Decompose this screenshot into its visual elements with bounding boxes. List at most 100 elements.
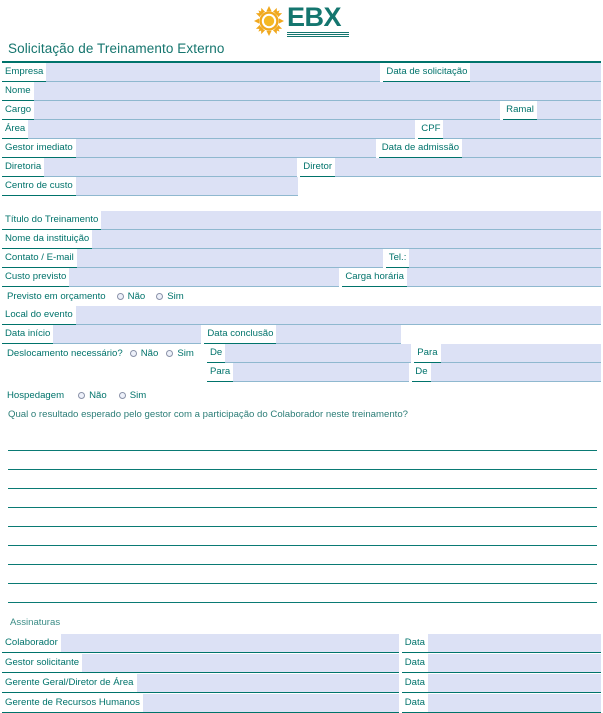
row-trecho-volta: Para De <box>207 362 601 382</box>
signature-row: Colaborador Data <box>2 633 601 653</box>
hospedagem-option-nao[interactable]: Não <box>78 390 107 401</box>
radio-icon[interactable] <box>116 292 124 300</box>
nome-input[interactable] <box>33 81 601 101</box>
signature-date-label: Data <box>401 654 428 673</box>
previsto-orcamento-option-nao[interactable]: Não <box>116 290 146 302</box>
result-answer-lines <box>0 432 603 603</box>
ida-de-input[interactable] <box>225 343 412 363</box>
signature-date-input[interactable] <box>428 693 601 713</box>
data-inicio-input[interactable] <box>53 324 202 344</box>
ida-para-input[interactable] <box>440 343 601 363</box>
diretoria-input[interactable] <box>44 157 298 177</box>
radio-icon[interactable] <box>166 349 174 357</box>
row-diretoria: Diretoria Diretor <box>2 157 601 177</box>
radio-icon[interactable] <box>156 292 164 300</box>
signatures-title: Assinaturas <box>10 616 61 628</box>
answer-line[interactable] <box>8 565 597 584</box>
travel-section: Deslocamento necessário? Não Sim De Para <box>2 343 601 382</box>
ramal-input[interactable] <box>536 100 601 120</box>
signature-input[interactable] <box>142 693 399 713</box>
centro-de-custo-input[interactable] <box>75 176 298 196</box>
row-area: Área CPF <box>2 119 601 139</box>
logo-underline-rules <box>287 32 349 38</box>
signature-date-input[interactable] <box>428 673 601 693</box>
signature-date-input[interactable] <box>428 653 601 673</box>
volta-de-input[interactable] <box>430 362 601 382</box>
data-solicitacao-input[interactable] <box>470 62 601 82</box>
diretoria-label: Diretoria <box>2 157 45 177</box>
data-solicitacao-label: Data de solicitação <box>383 62 471 82</box>
row-hospedagem: Hospedagem Não Sim <box>2 386 601 405</box>
radio-icon[interactable] <box>78 391 86 399</box>
answer-line[interactable] <box>8 451 597 470</box>
contato-email-input[interactable] <box>76 248 383 268</box>
custo-previsto-input[interactable] <box>69 267 340 287</box>
answer-line[interactable] <box>8 470 597 489</box>
answer-line[interactable] <box>8 584 597 603</box>
row-nome: Nome <box>2 81 601 101</box>
volta-para-input[interactable] <box>233 362 410 382</box>
data-conclusao-input[interactable] <box>276 324 402 344</box>
row-titulo-treinamento: Título do Treinamento <box>2 210 601 230</box>
nome-instituicao-input[interactable] <box>92 229 601 249</box>
radio-icon[interactable] <box>129 349 137 357</box>
hospedagem-option-sim[interactable]: Sim <box>118 389 147 401</box>
answer-line[interactable] <box>8 432 597 451</box>
row-spacer <box>297 176 601 196</box>
deslocamento-left-filler <box>2 363 207 382</box>
previsto-orcamento-option-sim[interactable]: Sim <box>156 291 184 302</box>
answer-line[interactable] <box>8 489 597 508</box>
ida-para-label: Para <box>414 343 441 363</box>
signature-role-label: Colaborador <box>2 634 61 653</box>
cargo-label: Cargo <box>2 100 35 120</box>
data-inicio-label: Data início <box>2 324 54 344</box>
cpf-input[interactable] <box>443 119 601 139</box>
area-input[interactable] <box>28 119 416 139</box>
gestor-imediato-input[interactable] <box>75 138 376 158</box>
deslocamento-option-nao-label: Não <box>140 347 159 359</box>
telefone-label: Tel.: <box>385 248 410 268</box>
signature-row: Gestor solicitante Data <box>2 653 601 673</box>
hospedagem-label: Hospedagem <box>7 389 65 401</box>
signature-role-label: Gerente Geral/Diretor de Área <box>2 674 137 693</box>
gestor-imediato-label: Gestor imediato <box>2 138 76 158</box>
signature-date-label: Data <box>401 694 428 713</box>
signatures-section: Assinaturas Colaborador Data Gestor solici… <box>0 617 603 713</box>
volta-de-label: De <box>412 362 431 382</box>
titulo-treinamento-input[interactable] <box>101 210 601 230</box>
data-admissao-label: Data de admissão <box>378 138 463 158</box>
signature-input[interactable] <box>82 653 399 673</box>
telefone-input[interactable] <box>409 248 601 268</box>
previsto-orcamento-label: Previsto em orçamento <box>7 290 106 302</box>
custo-previsto-label: Custo previsto <box>2 267 70 287</box>
nome-label: Nome <box>2 81 34 101</box>
deslocamento-option-sim[interactable]: Sim <box>166 348 194 359</box>
cargo-input[interactable] <box>34 100 501 120</box>
deslocamento-option-nao[interactable]: Não <box>129 347 159 359</box>
titulo-treinamento-label: Título do Treinamento <box>2 210 102 230</box>
answer-line[interactable] <box>8 508 597 527</box>
signature-rows: Colaborador Data Gestor solicitante Data Ger… <box>2 633 601 713</box>
signature-input[interactable] <box>60 633 399 653</box>
employee-section: Empresa Data de solicitação Nome Cargo R… <box>0 62 603 196</box>
carga-horaria-label: Carga horária <box>342 267 407 287</box>
answer-line[interactable] <box>8 527 597 546</box>
local-evento-input[interactable] <box>75 305 601 325</box>
deslocamento-label: Deslocamento necessário? <box>7 347 123 359</box>
empresa-input[interactable] <box>46 62 381 82</box>
signature-input[interactable] <box>136 673 399 693</box>
answer-line[interactable] <box>8 546 597 565</box>
row-previsto-orcamento: Previsto em orçamento Não Sim <box>2 287 601 306</box>
row-deslocamento: Deslocamento necessário? Não Sim <box>2 344 207 363</box>
carga-horaria-input[interactable] <box>407 267 601 287</box>
signature-date-input[interactable] <box>428 633 601 653</box>
contato-email-label: Contato / E-mail <box>2 248 77 268</box>
diretor-input[interactable] <box>335 157 601 177</box>
radio-icon[interactable] <box>118 391 126 399</box>
hospedagem-option-sim-label: Sim <box>129 389 147 401</box>
row-datas: Data início Data conclusão <box>2 324 601 344</box>
brand-header: EBX <box>0 0 603 38</box>
previsto-orcamento-option-nao-label: Não <box>127 290 146 302</box>
data-admissao-input[interactable] <box>462 138 601 158</box>
empresa-label: Empresa <box>2 62 47 82</box>
